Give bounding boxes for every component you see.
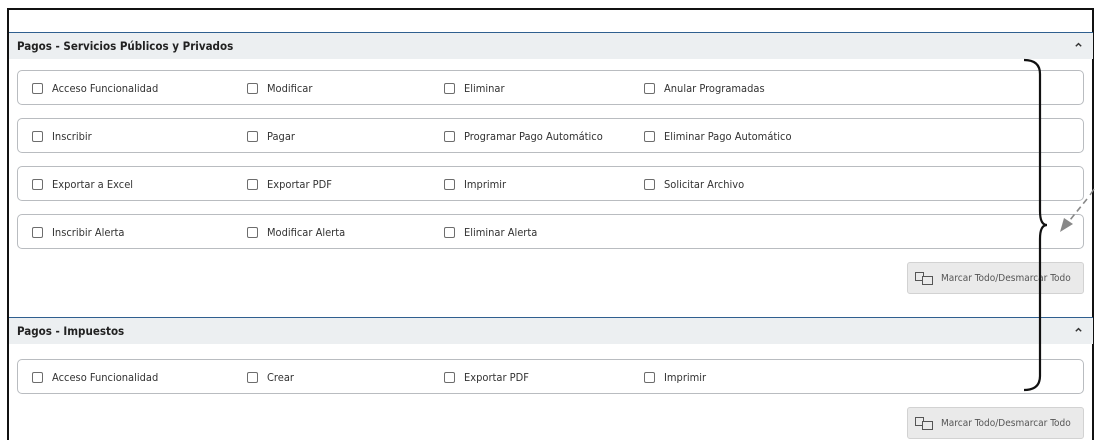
section-title: Pagos - Impuestos — [17, 324, 125, 338]
checkbox-label: Pagar — [267, 129, 295, 143]
checkbox[interactable] — [247, 82, 258, 94]
checkbox[interactable] — [644, 371, 655, 383]
permission-row: Inscribir Alerta Modificar Alerta Elimin… — [17, 214, 1084, 249]
checkbox-label: Acceso Funcionalidad — [52, 370, 159, 384]
checkbox-item[interactable]: Solicitar Archivo — [644, 176, 744, 192]
checkbox-label: Eliminar Pago Automático — [664, 129, 792, 143]
checkbox-label: Programar Pago Automático — [464, 129, 603, 143]
checkbox-item[interactable]: Eliminar Alerta — [444, 224, 537, 240]
checkbox-item[interactable]: Inscribir Alerta — [32, 224, 124, 240]
checkbox-label: Eliminar — [464, 81, 505, 95]
checkbox[interactable] — [247, 178, 258, 190]
checkbox[interactable] — [32, 82, 43, 94]
toggle-all-label: Marcar Todo/Desmarcar Todo — [941, 272, 1071, 284]
chevron-up-icon[interactable] — [1074, 325, 1083, 334]
permission-row: Exportar a Excel Exportar PDF Imprimir S… — [17, 166, 1084, 201]
checkbox-label: Crear — [267, 370, 294, 384]
checkbox-item[interactable]: Exportar PDF — [444, 369, 529, 385]
checkbox[interactable] — [444, 371, 455, 383]
checkbox-label: Anular Programadas — [664, 81, 765, 95]
checkbox-label: Eliminar Alerta — [464, 225, 538, 239]
checkbox[interactable] — [247, 371, 258, 383]
checkbox[interactable] — [32, 130, 43, 142]
checkbox-label: Exportar PDF — [464, 370, 529, 384]
checkbox[interactable] — [444, 82, 455, 94]
checkbox-item[interactable]: Exportar a Excel — [32, 176, 133, 192]
checkbox-label: Modificar Alerta — [267, 225, 346, 239]
checkbox-label: Imprimir — [464, 177, 507, 191]
checkbox[interactable] — [247, 130, 258, 142]
checkbox[interactable] — [644, 82, 655, 94]
checkbox-label: Solicitar Archivo — [664, 177, 745, 191]
checkbox-item[interactable]: Exportar PDF — [247, 176, 332, 192]
toggle-all-label: Marcar Todo/Desmarcar Todo — [941, 417, 1071, 429]
checkbox[interactable] — [444, 130, 455, 142]
checkbox-label: Modificar — [267, 81, 313, 95]
checkbox-label: Acceso Funcionalidad — [52, 81, 159, 95]
checkbox-item[interactable]: Acceso Funcionalidad — [32, 80, 158, 96]
checkbox-item[interactable]: Eliminar — [444, 80, 505, 96]
annotation-arrow-icon — [1060, 188, 1095, 232]
checkbox-label: Exportar a Excel — [52, 177, 134, 191]
permission-row: Acceso Funcionalidad Crear Exportar PDF … — [17, 359, 1084, 394]
checkbox-item[interactable]: Pagar — [247, 128, 295, 144]
checkbox-item[interactable]: Imprimir — [444, 176, 506, 192]
checkbox-item[interactable]: Programar Pago Automático — [444, 128, 603, 144]
checkbox-item[interactable]: Modificar — [247, 80, 312, 96]
toggle-all-button[interactable]: Marcar Todo/Desmarcar Todo — [907, 262, 1084, 294]
checkbox-item[interactable]: Crear — [247, 369, 294, 385]
checkbox-item[interactable]: Eliminar Pago Automático — [644, 128, 792, 144]
section-header-servicios[interactable]: Pagos - Servicios Públicos y Privados — [9, 32, 1093, 59]
checkbox[interactable] — [644, 178, 655, 190]
checkbox-item[interactable]: Modificar Alerta — [247, 224, 345, 240]
checkbox-item[interactable]: Anular Programadas — [644, 80, 765, 96]
chevron-up-icon[interactable] — [1074, 40, 1083, 49]
checkbox-label: Inscribir — [52, 129, 92, 143]
toggle-all-button[interactable]: Marcar Todo/Desmarcar Todo — [907, 407, 1084, 439]
checkbox[interactable] — [32, 178, 43, 190]
section-title: Pagos - Servicios Públicos y Privados — [17, 39, 234, 53]
double-checkbox-icon — [915, 416, 933, 430]
checkbox-item[interactable]: Imprimir — [644, 369, 706, 385]
checkbox[interactable] — [32, 371, 43, 383]
checkbox[interactable] — [444, 178, 455, 190]
permission-row: Inscribir Pagar Programar Pago Automátic… — [17, 118, 1084, 153]
checkbox[interactable] — [444, 226, 455, 238]
checkbox[interactable] — [644, 130, 655, 142]
permission-row: Acceso Funcionalidad Modificar Eliminar … — [17, 70, 1084, 105]
checkbox-item[interactable]: Acceso Funcionalidad — [32, 369, 158, 385]
checkbox[interactable] — [32, 226, 43, 238]
checkbox-label: Imprimir — [664, 370, 707, 384]
checkbox-item[interactable]: Inscribir — [32, 128, 92, 144]
checkbox-label: Inscribir Alerta — [52, 225, 125, 239]
checkbox-label: Exportar PDF — [267, 177, 332, 191]
section-header-impuestos[interactable]: Pagos - Impuestos — [9, 317, 1093, 344]
checkbox[interactable] — [247, 226, 258, 238]
double-checkbox-icon — [915, 271, 933, 285]
